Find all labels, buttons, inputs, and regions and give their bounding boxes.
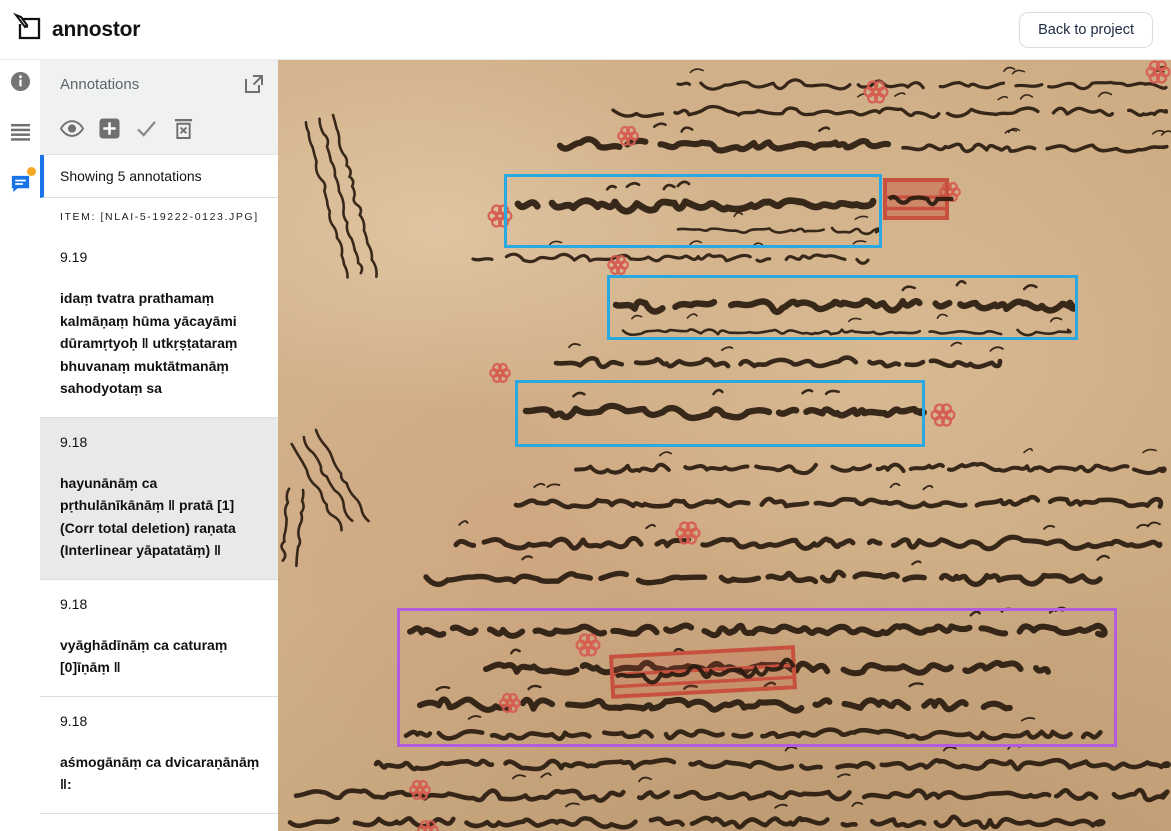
annotation-list-item[interactable]: 9.18 hayunānāṃ ca pṛthulānīkānāṃ ‖ pratā…: [40, 417, 278, 579]
annotation-region-box[interactable]: [504, 174, 882, 248]
annotation-region-box[interactable]: [607, 275, 1078, 340]
item-header: ITEM: [NLAI-5-19222-0123.JPG]: [40, 198, 278, 233]
annotation-text: idaṃ tvatra prathamaṃ kalmāṇaṃ hūma yāca…: [60, 287, 264, 400]
left-icon-rail: [0, 60, 40, 831]
annotation-verse: 9.18: [60, 434, 264, 450]
visibility-icon[interactable]: [60, 116, 84, 140]
image-viewer[interactable]: [278, 60, 1171, 831]
top-header: annostor Back to project: [0, 0, 1171, 60]
annotation-region-box[interactable]: [397, 608, 1117, 747]
annotation-text: hayunānāṃ ca pṛthulānīkānāṃ ‖ pratā [1] …: [60, 472, 264, 562]
annotation-region-box[interactable]: [515, 380, 925, 447]
app-title: annostor: [52, 18, 140, 42]
panel-title: Annotations: [60, 76, 139, 93]
add-annotation-icon[interactable]: [97, 116, 121, 140]
main-area: Annotations: [0, 60, 1171, 831]
annotation-verse: 9.18: [60, 596, 264, 612]
annotation-list-item[interactable]: 9.18: [40, 813, 278, 831]
annotation-verse: 9.19: [60, 249, 264, 265]
notification-badge: [27, 167, 36, 176]
annotation-verse: 9.18: [60, 713, 264, 729]
annotations-panel: Annotations: [40, 60, 278, 831]
comment-icon[interactable]: [8, 171, 32, 195]
annotations-panel-header: Annotations: [40, 60, 278, 155]
annotation-list-item[interactable]: 9.18 aśmogānāṃ ca dvicaraṇānāṃ ‖:: [40, 696, 278, 813]
lines-icon[interactable]: [8, 120, 32, 144]
app-window: annostor Back to project: [0, 0, 1171, 831]
annotation-text: vyāghādīnāṃ ca caturaṃ [0]īṇāṃ ‖: [60, 634, 264, 679]
annotation-list-item[interactable]: 9.18 vyāghādīnāṃ ca caturaṃ [0]īṇāṃ ‖: [40, 579, 278, 696]
annotation-text: aśmogānāṃ ca dvicaraṇānāṃ ‖:: [60, 751, 264, 796]
brand[interactable]: annostor: [12, 12, 140, 47]
external-link-icon[interactable]: [242, 72, 266, 96]
showing-annotations-status: Showing 5 annotations: [40, 155, 278, 198]
info-icon[interactable]: [8, 69, 32, 93]
annotation-list: 9.19 idaṃ tvatra prathamaṃ kalmāṇaṃ hūma…: [40, 233, 278, 831]
confirm-icon[interactable]: [134, 116, 158, 140]
annostor-logo-icon: [12, 12, 42, 47]
annotation-list-item[interactable]: 9.19 idaṃ tvatra prathamaṃ kalmāṇaṃ hūma…: [40, 233, 278, 417]
delete-annotation-icon[interactable]: [171, 116, 195, 140]
back-to-project-button[interactable]: Back to project: [1019, 12, 1153, 48]
